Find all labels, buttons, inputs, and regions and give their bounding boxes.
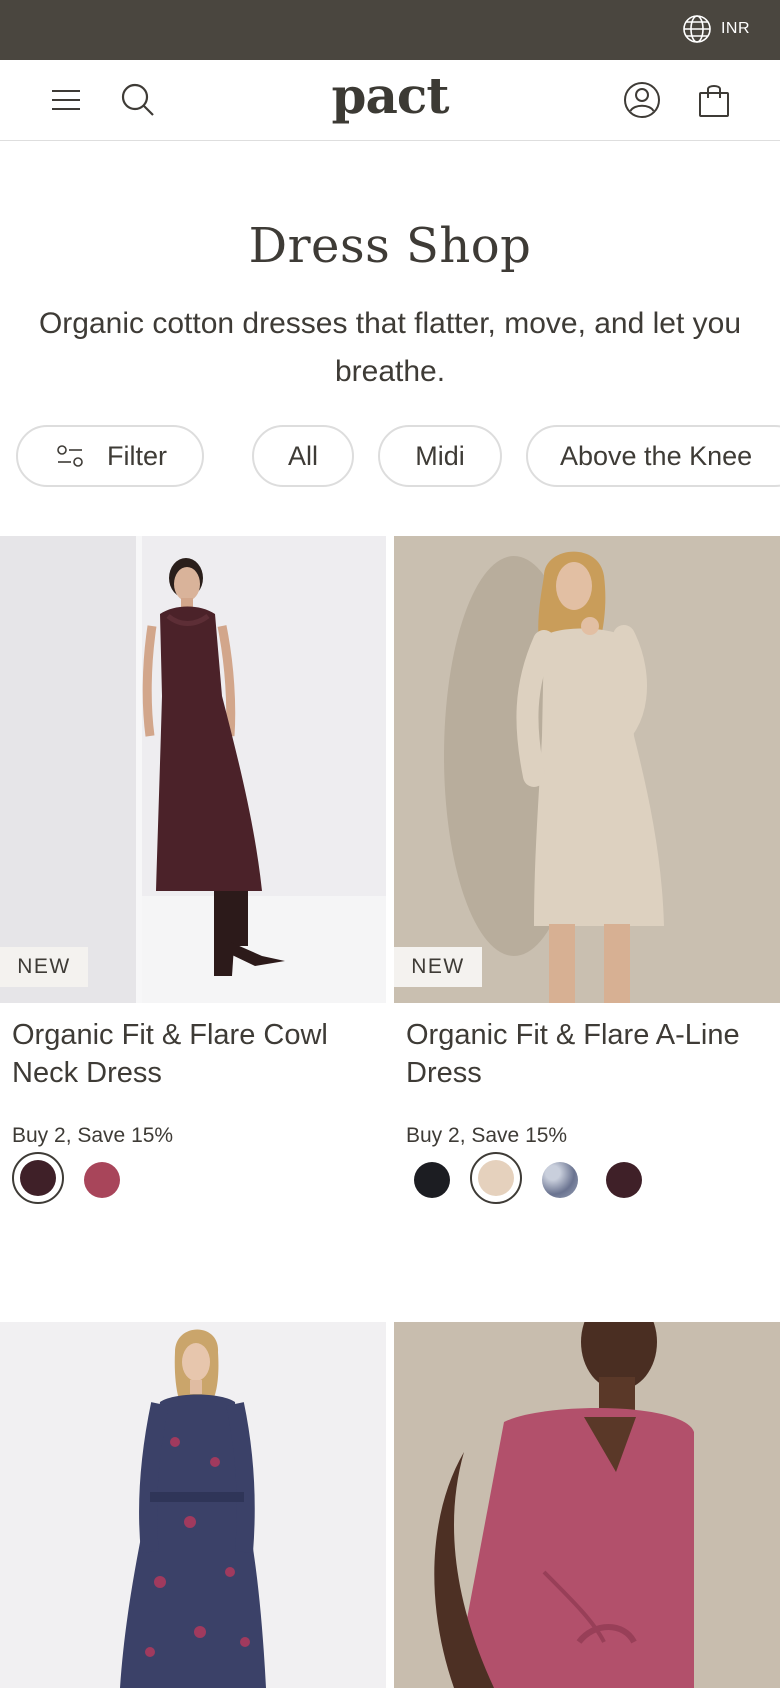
swatch-print[interactable] <box>542 1162 578 1198</box>
bag-icon <box>699 85 729 117</box>
new-badge: NEW <box>0 947 88 987</box>
swatch-burgundy[interactable] <box>606 1162 642 1198</box>
product-image[interactable]: NEW <box>394 536 780 1003</box>
globe-icon <box>683 15 711 43</box>
swatch-oatmeal[interactable] <box>470 1152 522 1204</box>
pill-midi[interactable]: Midi <box>378 425 502 487</box>
currency-label: INR <box>720 20 750 37</box>
product-card[interactable] <box>394 1322 780 1688</box>
product-promo: Buy 2, Save 15% <box>12 1124 174 1147</box>
filter-label: Filter <box>107 440 167 471</box>
model-photo-wrap-dress <box>0 1322 386 1688</box>
swatch-burgundy[interactable] <box>12 1152 64 1204</box>
swatch-rose[interactable] <box>84 1162 120 1198</box>
color-swatches <box>12 1152 382 1206</box>
pill-above-the-knee[interactable]: Above the Knee <box>526 425 780 487</box>
pill-label: Above the Knee <box>560 440 753 471</box>
product-name[interactable]: Organic Fit & Flare Cowl Neck Dress <box>12 1016 372 1092</box>
filter-icon <box>57 445 83 467</box>
product-image[interactable] <box>0 1322 386 1688</box>
pill-label: All <box>287 440 318 471</box>
color-swatches <box>406 1152 776 1206</box>
product-promo: Buy 2, Save 15% <box>406 1124 568 1147</box>
account-button[interactable] <box>620 78 664 122</box>
product-image[interactable] <box>394 1322 780 1688</box>
model-photo-rose-dress <box>394 1322 780 1688</box>
page-subtitle: Organic cotton dresses that flatter, mov… <box>38 307 742 388</box>
page-title: Dress Shop <box>248 218 532 274</box>
product-card[interactable]: NEW Organic Fit & Flare A-Line Dress Buy… <box>394 536 780 1256</box>
model-photo-burgundy-dress <box>0 536 386 1003</box>
top-bar: INR <box>0 0 780 60</box>
pill-all[interactable]: All <box>252 425 354 487</box>
product-name[interactable]: Organic Fit & Flare A-Line Dress <box>406 1016 766 1092</box>
product-image[interactable]: NEW <box>0 536 386 1003</box>
swatch-black[interactable] <box>414 1162 450 1198</box>
site-header: pact <box>0 60 780 141</box>
currency-selector[interactable]: INR <box>681 13 750 45</box>
filter-button[interactable]: Filter <box>16 425 204 487</box>
product-card[interactable] <box>0 1322 386 1688</box>
new-badge: NEW <box>394 947 482 987</box>
pill-label: Midi <box>415 440 465 471</box>
bag-button[interactable] <box>692 78 736 122</box>
filter-bar: Filter All Midi Above the Knee <box>0 425 780 489</box>
account-icon <box>624 82 660 118</box>
product-card[interactable]: NEW Organic Fit & Flare Cowl Neck Dress … <box>0 536 386 1256</box>
model-photo-beige-dress <box>394 536 780 1003</box>
